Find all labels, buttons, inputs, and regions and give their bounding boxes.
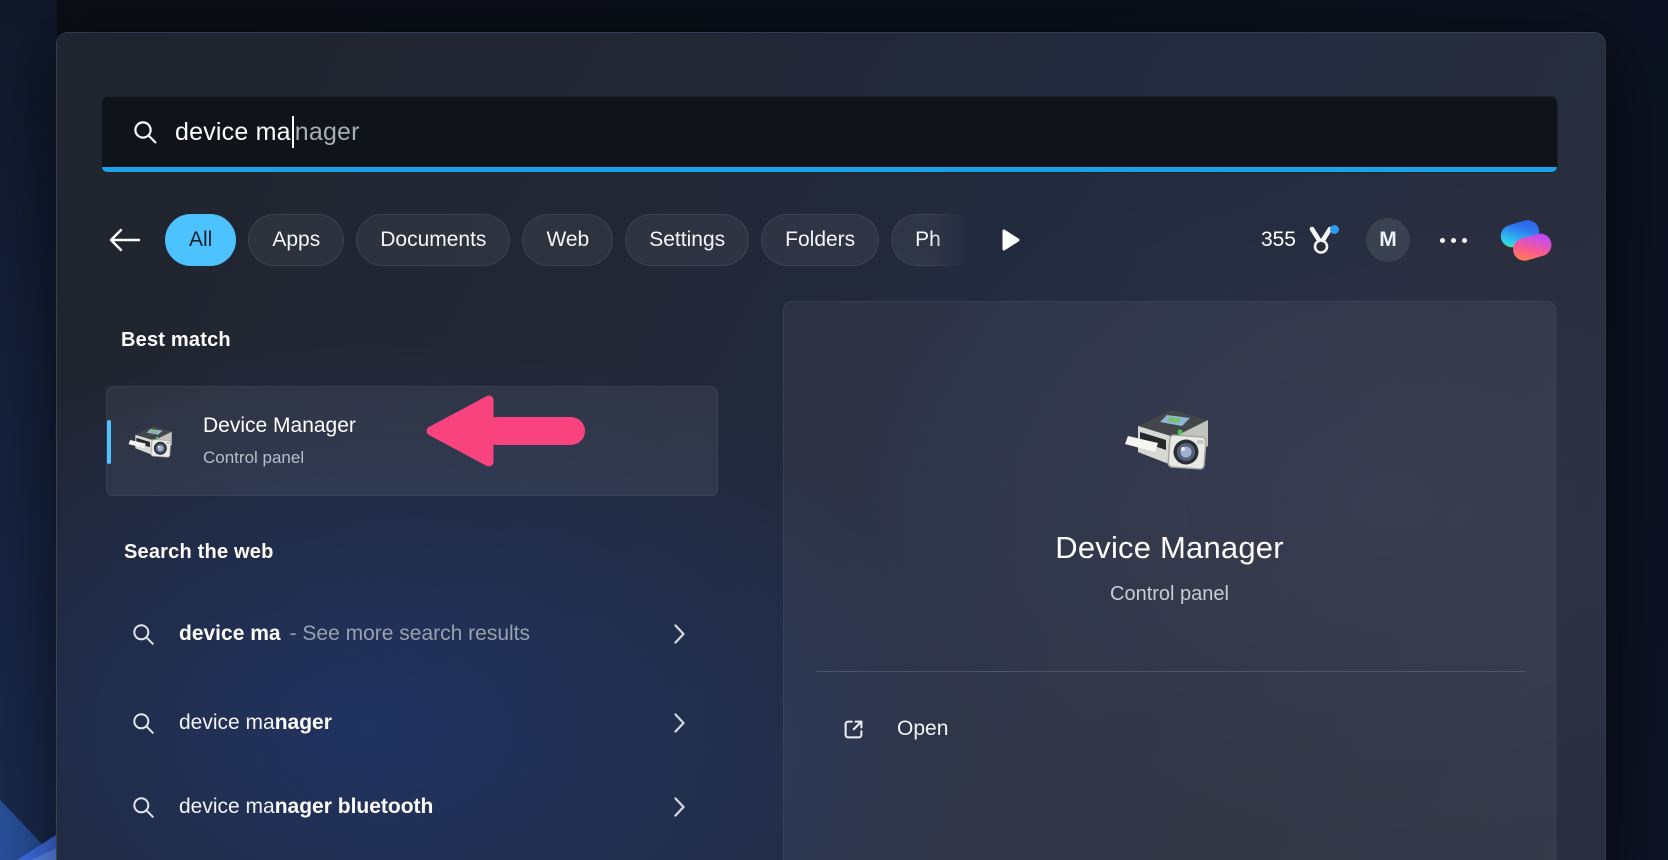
- search-icon: [131, 795, 156, 820]
- result-title: Device Manager: [203, 414, 356, 438]
- desktop: device manager All Apps Documents Web Se…: [0, 0, 1668, 860]
- suggestion-text: device ma- See more search results: [179, 622, 530, 646]
- tabs-overflow-button[interactable]: [1001, 228, 1021, 252]
- rewards-points: 355: [1261, 228, 1296, 252]
- best-match-text: Device Manager Control panel: [203, 414, 356, 467]
- suggestion-text: device manager: [179, 711, 332, 735]
- chevron-right-icon: [673, 623, 686, 645]
- tab-folders[interactable]: Folders: [761, 214, 879, 266]
- desktop-wallpaper-strip: [0, 0, 57, 860]
- copilot-button[interactable]: [1497, 211, 1555, 269]
- web-suggestion-device-manager-bluetooth[interactable]: device manager bluetooth: [106, 783, 702, 831]
- suggestion-text: device manager bluetooth: [179, 795, 433, 819]
- best-match-heading: Best match: [121, 329, 231, 352]
- play-triangle-icon: [1001, 228, 1021, 252]
- search-query-text: device manager: [175, 116, 360, 148]
- search-icon: [131, 622, 156, 647]
- device-manager-icon-large: [1122, 390, 1218, 486]
- account-avatar[interactable]: M: [1366, 218, 1410, 262]
- web-suggestion-device-manager[interactable]: device manager: [106, 699, 702, 747]
- wallpaper-triangle: [0, 0, 57, 860]
- divider: [816, 671, 1525, 672]
- search-filter-bar: All Apps Documents Web Settings Folders …: [101, 208, 1561, 272]
- open-action[interactable]: Open: [840, 702, 962, 756]
- best-match-result-device-manager[interactable]: Device Manager Control panel: [106, 386, 718, 496]
- tab-documents[interactable]: Documents: [356, 214, 510, 266]
- search-inline-completion: nager: [295, 118, 360, 147]
- tab-photos-truncated[interactable]: Ph: [891, 214, 979, 266]
- tab-all[interactable]: All: [165, 214, 236, 266]
- preview-title: Device Manager: [784, 530, 1555, 566]
- account-cluster: 355 M: [1261, 211, 1561, 269]
- chevron-right-icon: [673, 712, 686, 734]
- more-options-button[interactable]: [1436, 234, 1471, 247]
- tab-web[interactable]: Web: [522, 214, 613, 266]
- preview-subtitle: Control panel: [784, 583, 1555, 606]
- arrow-left-icon: [105, 226, 143, 254]
- text-caret: [292, 116, 294, 148]
- search-icon: [132, 119, 159, 146]
- back-button[interactable]: [101, 217, 147, 263]
- search-typed-text: device ma: [175, 118, 291, 147]
- open-label: Open: [897, 717, 948, 741]
- web-suggestion-see-more[interactable]: device ma- See more search results: [106, 610, 702, 658]
- result-preview-card: Device Manager Control panel Open: [783, 301, 1556, 860]
- chevron-right-icon: [673, 796, 686, 818]
- result-subtitle: Control panel: [203, 448, 356, 468]
- search-input[interactable]: device manager: [101, 96, 1558, 173]
- external-link-icon: [840, 716, 867, 743]
- device-manager-icon: [127, 416, 177, 466]
- wallpaper-triangle: [0, 0, 57, 860]
- wallpaper-triangle: [0, 0, 57, 860]
- copilot-logo-icon: [1497, 211, 1555, 269]
- rewards-trophy-icon: [1306, 224, 1340, 256]
- tab-settings[interactable]: Settings: [625, 214, 749, 266]
- search-icon: [131, 711, 156, 736]
- tab-apps[interactable]: Apps: [248, 214, 344, 266]
- search-the-web-heading: Search the web: [124, 541, 274, 564]
- rewards-button[interactable]: 355: [1261, 224, 1340, 256]
- windows-search-flyout: device manager All Apps Documents Web Se…: [56, 32, 1606, 860]
